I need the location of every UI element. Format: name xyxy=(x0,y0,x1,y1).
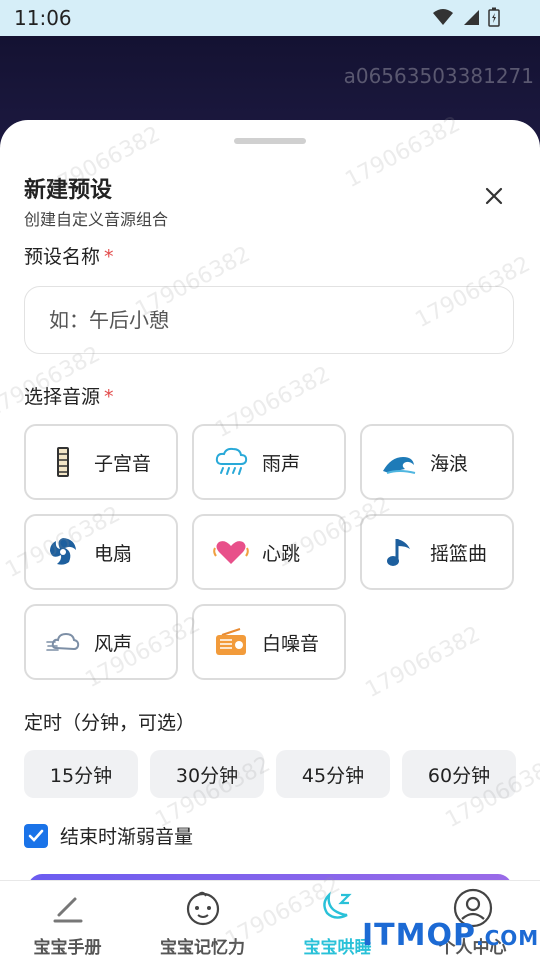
heartbeat-icon xyxy=(212,533,250,571)
signal-icon xyxy=(464,10,479,25)
status-bar: 11:06 xyxy=(0,0,540,36)
fade-volume-row[interactable]: 结束时渐弱音量 xyxy=(24,822,193,849)
sound-option-lullaby[interactable]: 摇篮曲 xyxy=(360,514,514,590)
sound-option-womb[interactable]: 子宫音 xyxy=(24,424,178,500)
preset-name-label: 预设名称 * xyxy=(24,242,114,269)
sheet-subtitle: 创建自定义音源组合 xyxy=(24,210,169,229)
timer-option-60[interactable]: 60分钟 xyxy=(402,750,516,798)
sound-option-heartbeat[interactable]: 心跳 xyxy=(192,514,346,590)
rain-cloud-icon xyxy=(212,443,250,481)
radio-icon xyxy=(212,623,250,661)
moon-sleep-icon xyxy=(323,891,352,919)
sound-source-label-text: 选择音源 xyxy=(24,386,101,408)
timer-option-15[interactable]: 15分钟 xyxy=(24,750,138,798)
timer-option-45[interactable]: 45分钟 xyxy=(276,750,390,798)
site-logo-text: ITMOP xyxy=(362,918,476,953)
sound-option-label: 摇篮曲 xyxy=(430,542,488,565)
ocean-wave-icon xyxy=(380,443,418,481)
status-time: 11:06 xyxy=(14,6,72,30)
sound-option-fan[interactable]: 电扇 xyxy=(24,514,178,590)
tab-label: 宝宝手册 xyxy=(33,938,102,958)
sound-option-wind[interactable]: 风声 xyxy=(24,604,178,680)
sound-option-rain[interactable]: 雨声 xyxy=(192,424,346,500)
pen-icon xyxy=(53,897,83,923)
sound-option-label: 电扇 xyxy=(94,542,133,565)
checkmark-icon xyxy=(28,829,44,842)
timer-label: 定时（分钟，可选） xyxy=(24,712,196,734)
baby-face-icon xyxy=(186,891,220,926)
timer-option-30[interactable]: 30分钟 xyxy=(150,750,264,798)
required-mark: * xyxy=(104,246,114,268)
sound-option-ocean[interactable]: 海浪 xyxy=(360,424,514,500)
preset-name-label-text: 预设名称 xyxy=(24,246,101,268)
wind-icon xyxy=(44,623,82,661)
sheet-title: 新建预设 xyxy=(24,178,113,203)
fade-volume-label: 结束时渐弱音量 xyxy=(60,826,194,848)
womb-sound-icon xyxy=(44,443,82,481)
tab-baby-handbook[interactable]: 宝宝手册 xyxy=(0,881,135,961)
close-icon[interactable] xyxy=(482,184,506,208)
background-code-text: a06563503381271 xyxy=(343,64,534,88)
fan-icon xyxy=(44,533,82,571)
status-icons xyxy=(432,7,500,27)
sheet-drag-handle[interactable] xyxy=(234,138,306,144)
battery-icon xyxy=(488,7,500,27)
site-logo: ITMOP.COM xyxy=(362,918,539,953)
sound-source-label: 选择音源 * xyxy=(24,382,114,409)
tab-baby-memory[interactable]: 宝宝记忆力 xyxy=(135,881,270,961)
fade-volume-checkbox[interactable] xyxy=(24,823,48,848)
sound-option-label: 心跳 xyxy=(262,542,301,565)
site-logo-suffix: .COM xyxy=(475,926,540,950)
required-mark: * xyxy=(104,386,114,408)
sound-option-label: 子宫音 xyxy=(94,452,152,475)
sound-option-label: 雨声 xyxy=(262,452,301,475)
wifi-icon xyxy=(433,9,453,25)
music-note-icon xyxy=(380,533,418,571)
preset-name-input[interactable] xyxy=(24,286,514,354)
sound-option-label: 海浪 xyxy=(430,452,469,475)
sound-option-label: 风声 xyxy=(94,632,133,655)
new-preset-sheet: 新建预设 创建自定义音源组合 预设名称* 选择音源* 子宫音 雨声 海浪 电扇 xyxy=(0,120,540,880)
sound-option-white-noise[interactable]: 白噪音 xyxy=(192,604,346,680)
sound-option-label: 白噪音 xyxy=(262,632,320,655)
tab-label: 宝宝记忆力 xyxy=(160,938,245,958)
